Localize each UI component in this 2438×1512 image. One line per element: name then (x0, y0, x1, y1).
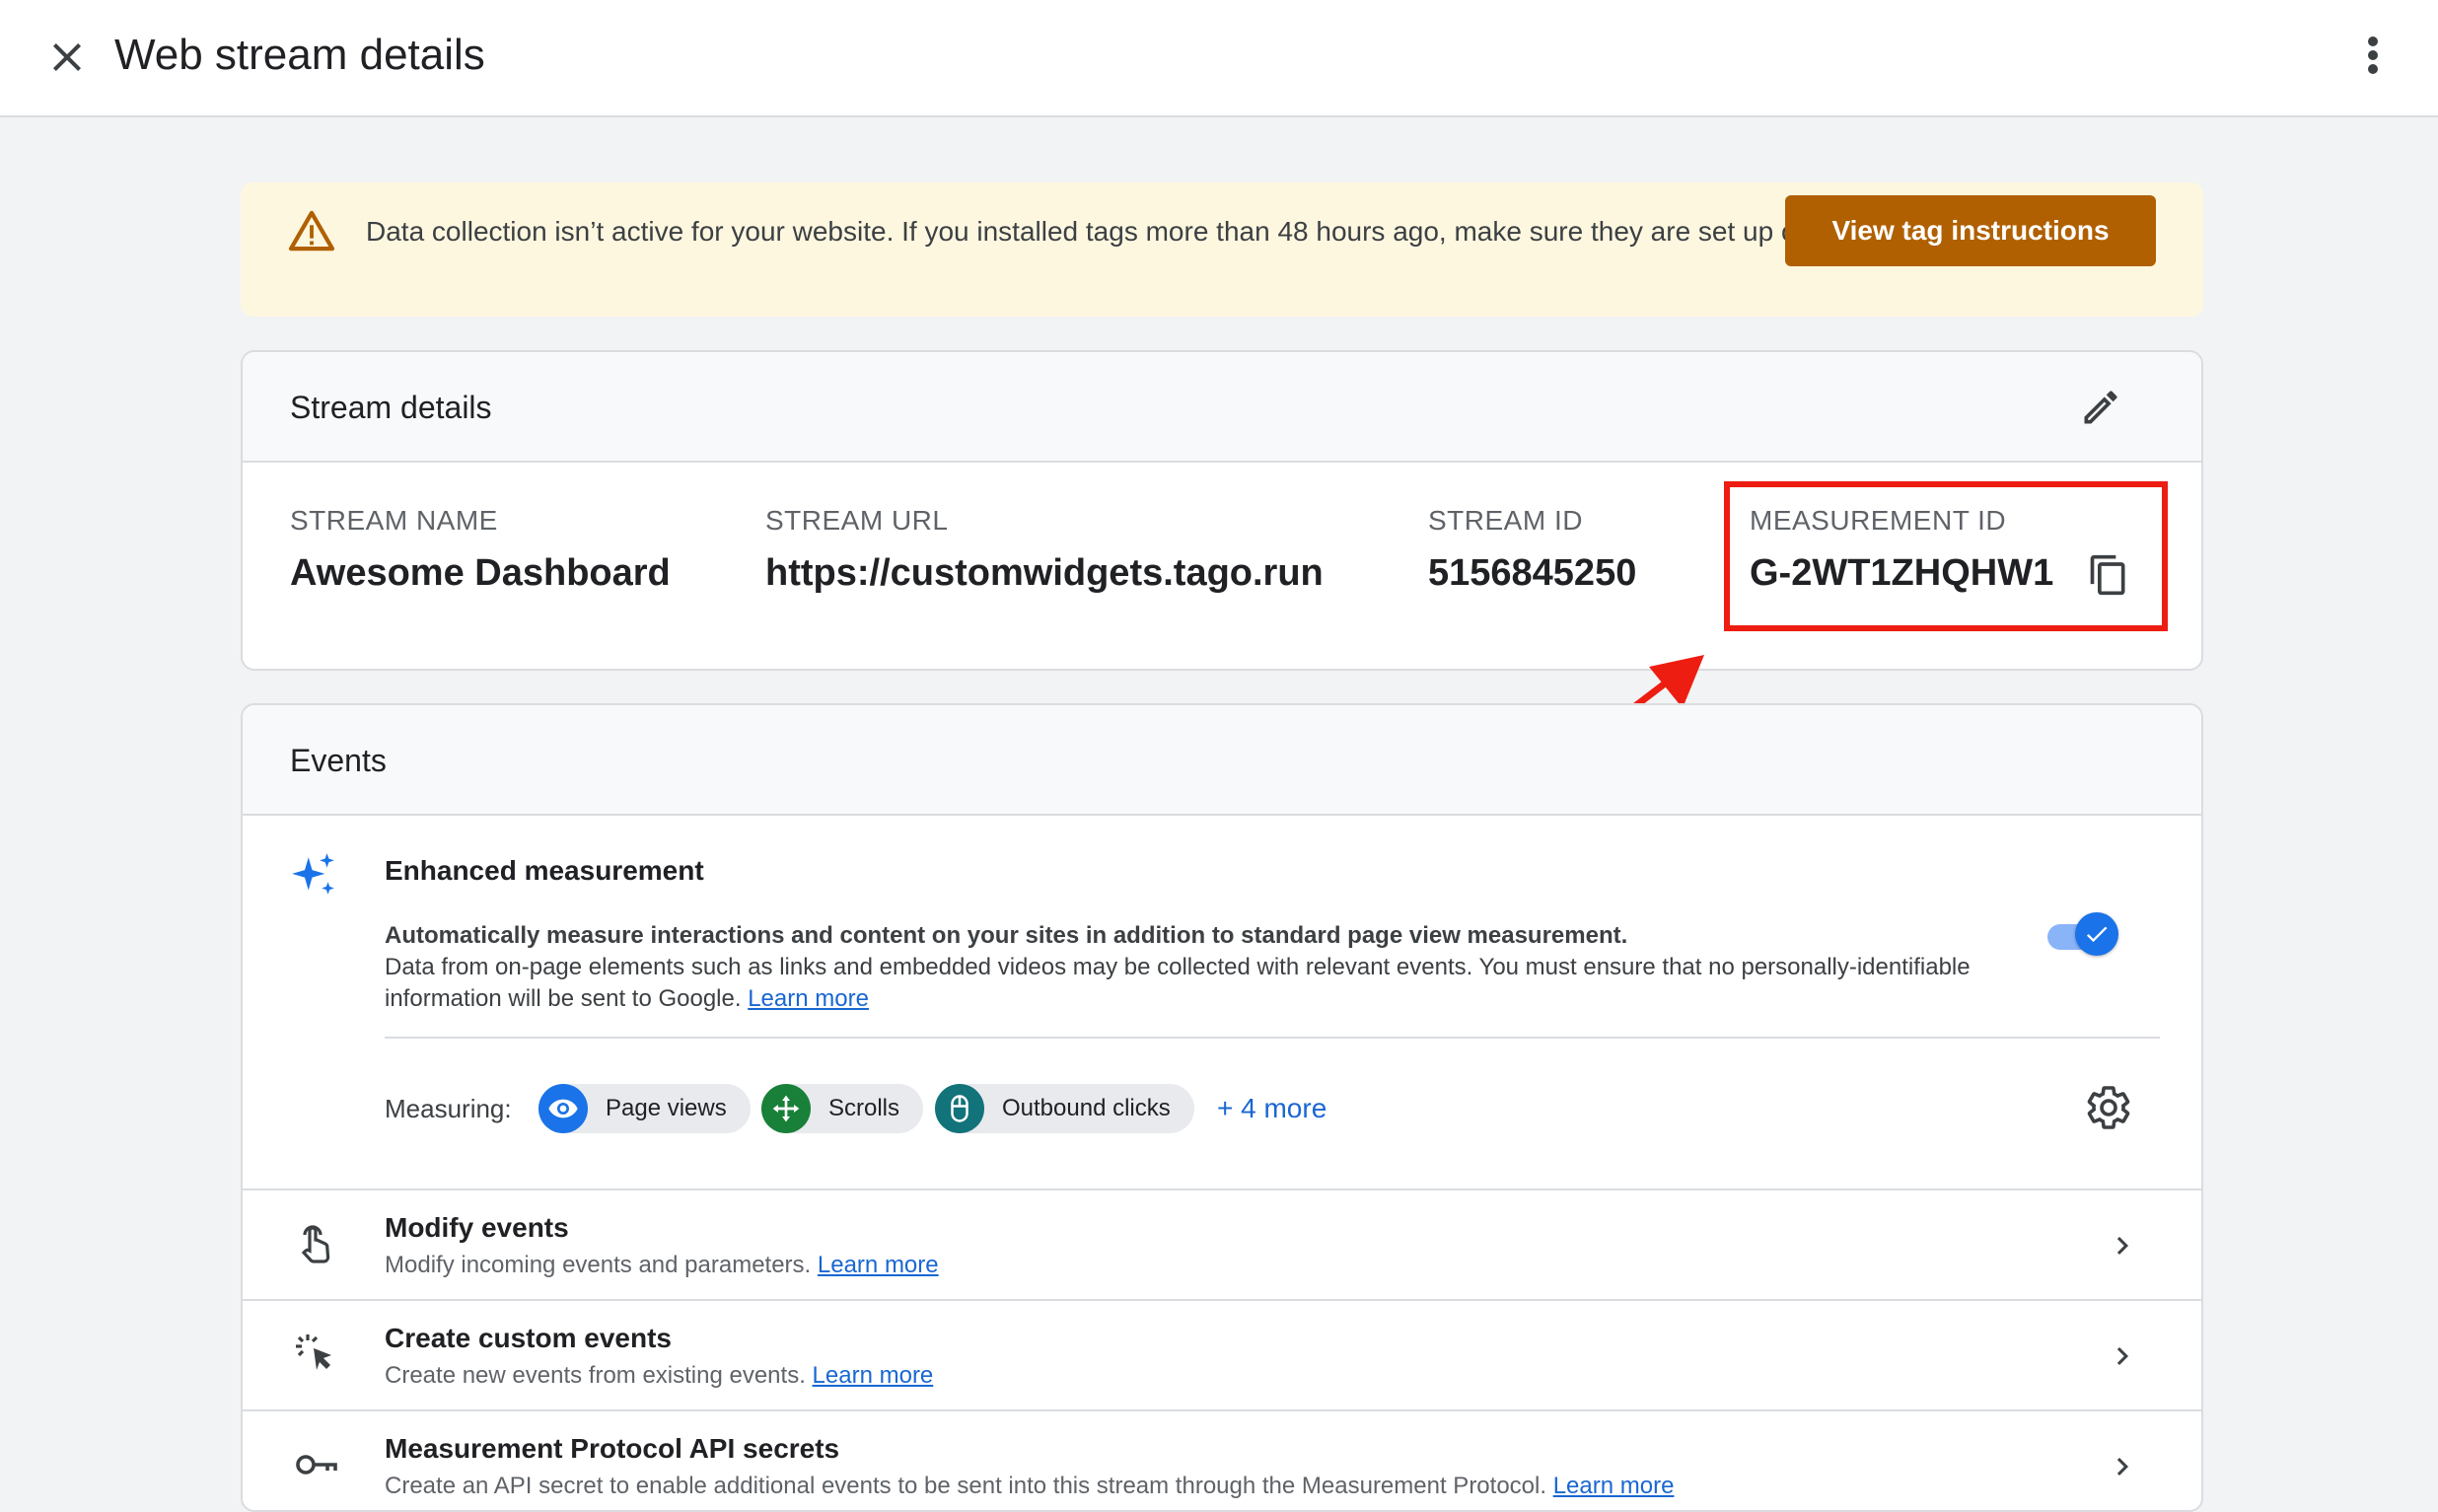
stream-details-title: Stream details (290, 390, 492, 425)
eye-icon (538, 1084, 588, 1133)
warning-icon (288, 210, 335, 252)
stream-url-label: STREAM URL (765, 505, 949, 536)
enhanced-measurement-title: Enhanced measurement (385, 855, 704, 886)
row-title: Modify events (385, 1212, 569, 1243)
stream-id-value: 5156845250 (1428, 552, 1637, 594)
chip-label: Page views (606, 1095, 727, 1121)
mouse-icon (935, 1084, 984, 1133)
top-app-bar: Web stream details (0, 0, 2438, 117)
key-icon (296, 1455, 337, 1475)
custom-events-learn-more-link[interactable]: Learn more (813, 1362, 934, 1389)
close-icon[interactable] (43, 34, 91, 81)
enhanced-measurement-toggle[interactable] (2044, 912, 2118, 960)
chip-scrolls[interactable]: Scrolls (761, 1084, 924, 1133)
warning-message: Data collection isn’t active for your we… (366, 216, 1892, 247)
chip-label: Outbound clicks (1002, 1095, 1171, 1121)
touch-icon (301, 1225, 330, 1263)
api-secrets-learn-more-link[interactable]: Learn more (1553, 1473, 1675, 1499)
modify-events-learn-more-link[interactable]: Learn more (818, 1252, 939, 1278)
enhanced-measurement-summary: Automatically measure interactions and c… (385, 922, 1628, 949)
enhanced-measurement-section: Enhanced measurement Automatically measu… (243, 816, 2201, 1188)
stream-name-value: Awesome Dashboard (290, 552, 671, 594)
edit-pencil-icon[interactable] (2079, 386, 2122, 429)
stream-details-header: Stream details (243, 352, 2201, 463)
chevron-right-icon (2116, 1458, 2128, 1476)
row-subtitle-text: Modify incoming events and parameters. (385, 1252, 812, 1278)
chip-label: Scrolls (828, 1095, 900, 1121)
events-title: Events (290, 743, 387, 778)
gear-icon[interactable] (2085, 1084, 2132, 1131)
sparkle-icon (292, 853, 334, 895)
page-title: Web stream details (114, 31, 485, 79)
more-measurements-link[interactable]: + 4 more (1217, 1092, 1327, 1125)
row-title: Measurement Protocol API secrets (385, 1433, 840, 1464)
events-card: Events Enhanced measurement Automaticall… (241, 703, 2203, 1512)
enhanced-divider (385, 1037, 2160, 1039)
chevron-right-icon (2116, 1347, 2128, 1365)
data-collection-warning-banner: Data collection isn’t active for your we… (241, 182, 2203, 317)
row-subtitle-text: Create new events from existing events. (385, 1362, 806, 1389)
measurement-id-highlight (1724, 481, 2168, 631)
measurement-protocol-row[interactable]: Measurement Protocol API secrets Create … (243, 1409, 2201, 1510)
enhanced-learn-more-link[interactable]: Learn more (748, 985, 869, 1012)
stream-url-value: https://customwidgets.tago.run (765, 552, 1324, 594)
click-icon (296, 1334, 331, 1370)
stream-id-label: STREAM ID (1428, 505, 1583, 536)
row-subtitle-text: Create an API secret to enable additiona… (385, 1473, 1547, 1499)
measuring-label: Measuring: (385, 1094, 512, 1123)
toggle-knob (2075, 912, 2118, 956)
view-tag-instructions-button[interactable]: View tag instructions (1785, 195, 2156, 266)
enhanced-measurement-description: Data from on-page elements such as links… (385, 952, 2002, 1015)
chip-outbound-clicks[interactable]: Outbound clicks (935, 1084, 1194, 1133)
chip-page-views[interactable]: Page views (538, 1084, 751, 1133)
row-title: Create custom events (385, 1323, 673, 1353)
check-icon (2086, 926, 2108, 943)
more-vert-icon[interactable] (2353, 32, 2393, 79)
row-subtitle: Modify incoming events and parameters. L… (385, 1250, 939, 1281)
enhanced-measurement-detail: Data from on-page elements such as links… (385, 954, 1971, 1012)
move-icon (761, 1084, 811, 1133)
events-header: Events (243, 705, 2201, 816)
stream-name-label: STREAM NAME (290, 505, 498, 536)
row-subtitle: Create new events from existing events. … (385, 1360, 933, 1392)
modify-events-row[interactable]: Modify events Modify incoming events and… (243, 1188, 2201, 1299)
row-subtitle: Create an API secret to enable additiona… (385, 1471, 1674, 1502)
chevron-right-icon (2116, 1237, 2128, 1255)
create-custom-events-row[interactable]: Create custom events Create new events f… (243, 1299, 2201, 1409)
